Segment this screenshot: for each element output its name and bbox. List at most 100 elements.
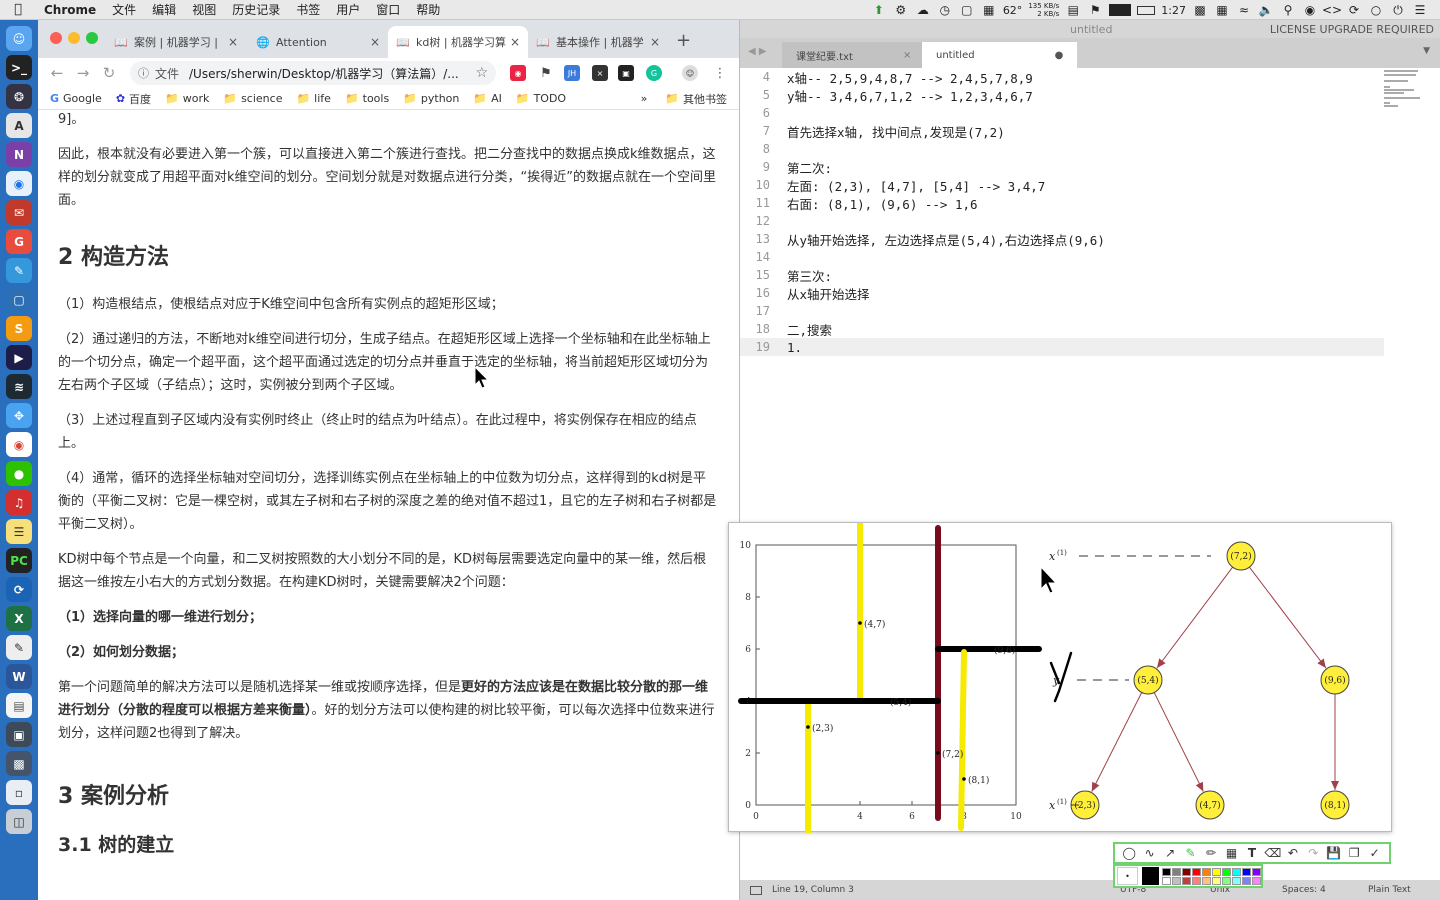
upload-icon[interactable]: ⬆	[871, 3, 887, 17]
code-line[interactable]: 9 第二次:	[740, 158, 1384, 176]
document-icon[interactable]: ▤	[1065, 3, 1081, 17]
chrome-icon[interactable]: ◉	[6, 432, 32, 457]
excel-icon[interactable]: X	[6, 606, 32, 631]
bookmark-google[interactable]: G Google	[50, 92, 102, 105]
netease-music-icon[interactable]: ♫	[6, 490, 32, 515]
apple-menu-icon[interactable]: 	[0, 2, 36, 17]
menu-bookmarks[interactable]: 书签	[288, 1, 328, 18]
search-icon[interactable]: ⚲	[1280, 3, 1296, 17]
freehand-tool-icon[interactable]: ∿	[1142, 846, 1158, 860]
redo-icon[interactable]: ↷	[1305, 846, 1321, 860]
forward-arrow-icon[interactable]: →	[70, 64, 96, 82]
browser-icon[interactable]: ◉	[6, 171, 32, 196]
bookmark-folder-work[interactable]: 📁 work	[165, 92, 209, 105]
pen-size-selector[interactable]: •	[1117, 867, 1138, 885]
color-swatch[interactable]	[1212, 876, 1221, 885]
code-line[interactable]: 4 x轴-- 2,5,9,4,8,7 --> 2,4,5,7,8,9	[740, 68, 1384, 86]
url-text[interactable]: /Users/sherwin/Desktop/机器学习（算法篇）/...	[189, 65, 475, 82]
unsaved-dot-icon[interactable]: ●	[1055, 50, 1064, 61]
code-line[interactable]: 13 从y轴开始选择, 左边选择点是(5,4),右边选择点(9,6)	[740, 230, 1384, 248]
indentation-setting[interactable]: Spaces: 4	[1282, 885, 1326, 895]
current-color-swatch[interactable]	[1141, 867, 1159, 885]
wifi-icon[interactable]: ≈	[1236, 3, 1252, 17]
sublime-text-icon[interactable]: S	[6, 316, 32, 341]
sync-icon[interactable]: ⟳	[1346, 3, 1362, 17]
tab-kd-tree[interactable]: 📖 kd树 | 机器学习算 ×	[388, 26, 528, 58]
tab-basic-operations[interactable]: 📖 基本操作 | 机器学 ×	[528, 26, 668, 58]
tab-untitled[interactable]: untitled ●	[922, 42, 1078, 68]
windows-icon[interactable]: ▦	[1214, 3, 1230, 17]
color-swatch[interactable]	[1242, 867, 1251, 876]
close-tab-icon[interactable]: ×	[370, 35, 380, 49]
code-line[interactable]: 6	[740, 104, 1384, 122]
weather-temperature[interactable]: 62°	[1003, 4, 1023, 17]
extension-game-icon[interactable]: ▣	[618, 65, 634, 81]
bookmark-overflow-chevron[interactable]: »	[641, 92, 648, 105]
menu-app-name[interactable]: Chrome	[36, 3, 104, 17]
clock-icon[interactable]: ◷	[937, 3, 953, 17]
pycharm-icon[interactable]: PC	[6, 548, 32, 573]
bookmark-baidu[interactable]: ✿ 百度	[116, 91, 151, 107]
code-editor[interactable]: 4 x轴-- 2,5,9,4,8,7 --> 2,4,5,7,8,9 5 y轴-- 3…	[740, 68, 1384, 356]
display-settings-icon[interactable]: ▩	[6, 751, 32, 776]
color-swatch[interactable]	[1192, 867, 1201, 876]
tab-lecture-notes[interactable]: 课堂纪要.txt ×	[782, 42, 926, 68]
color-swatch[interactable]	[1162, 876, 1171, 885]
document-icon[interactable]: ▤	[6, 693, 32, 718]
folder-icon[interactable]: ▫	[6, 780, 32, 805]
notification-center-icon[interactable]: ☰	[1412, 3, 1428, 17]
color-swatch[interactable]	[1232, 876, 1241, 885]
color-swatch[interactable]	[1172, 867, 1181, 876]
volume-icon[interactable]: 🔈	[1258, 3, 1274, 17]
activity-monitor-icon[interactable]: ≋	[6, 374, 32, 399]
wechat-icon[interactable]: ●	[6, 461, 32, 486]
close-tab-icon[interactable]: ×	[510, 35, 520, 49]
menu-history[interactable]: 历史记录	[224, 1, 288, 18]
color-swatch[interactable]	[1172, 876, 1181, 885]
code-icon[interactable]: <>	[1322, 3, 1342, 17]
shape-tool-icon[interactable]: ◯	[1121, 846, 1137, 860]
minimize-window-button[interactable]	[68, 32, 80, 44]
app-tray-icon[interactable]: ⚙	[893, 3, 909, 17]
profile-avatar[interactable]: ☺	[682, 65, 698, 81]
terminal-icon[interactable]: >_	[6, 55, 32, 80]
code-line[interactable]: 10 左面: (2,3), [4,7], [5,4] --> 3,4,7	[740, 176, 1384, 194]
code-line[interactable]: 7 首先选择x轴, 找中间点,发现是(7,2)	[740, 122, 1384, 140]
extension-jh-icon[interactable]: JH	[564, 65, 580, 81]
color-swatch[interactable]	[1202, 867, 1211, 876]
color-swatch[interactable]	[1182, 876, 1191, 885]
battery-icon[interactable]	[1137, 5, 1156, 15]
mail-app-icon[interactable]: ✉	[6, 200, 32, 225]
bookmark-icon[interactable]: ⚑	[1087, 3, 1103, 17]
g-app-icon[interactable]: G	[6, 229, 32, 254]
siri-icon[interactable]: ◉	[1302, 3, 1318, 17]
code-line[interactable]: 14	[740, 248, 1384, 266]
sync-app-icon[interactable]: ⟳	[6, 577, 32, 602]
textedit-icon[interactable]: ✎	[6, 635, 32, 660]
window-icon[interactable]: ▢	[959, 3, 975, 17]
code-line[interactable]: 15 第三次:	[740, 266, 1384, 284]
quicktime-icon[interactable]: ▶	[6, 345, 32, 370]
menu-view[interactable]: 视图	[184, 1, 224, 18]
panel-toggle-icon[interactable]	[750, 885, 762, 895]
code-line[interactable]: 16 从x轴开始选择	[740, 284, 1384, 302]
extension-grammarly-icon[interactable]: G	[646, 65, 662, 81]
menu-window[interactable]: 窗口	[368, 1, 408, 18]
minimap[interactable]	[1384, 70, 1424, 110]
bookmark-folder-science[interactable]: 📁 science	[223, 92, 282, 105]
screen-app-icon[interactable]: ▢	[6, 287, 32, 312]
undo-icon[interactable]: ↶	[1285, 846, 1301, 860]
circle-icon[interactable]: ○	[1368, 3, 1384, 17]
pen-tool-icon[interactable]: ✎	[1183, 846, 1199, 860]
extension-x-icon[interactable]: ×	[592, 65, 608, 81]
aperture-icon[interactable]: ❂	[6, 84, 32, 109]
arrow-tool-icon[interactable]: ↗	[1162, 846, 1178, 860]
eraser-tool-icon[interactable]: ⌫	[1264, 846, 1281, 860]
tab-attention[interactable]: 🌐 Attention ×	[248, 26, 388, 58]
extension-bookmark-icon[interactable]: ⚑	[538, 65, 554, 81]
code-line[interactable]: 5 y轴-- 3,4,6,7,1,2 --> 1,2,3,4,6,7	[740, 86, 1384, 104]
app-store-icon[interactable]: A	[6, 113, 32, 138]
close-window-button[interactable]	[50, 32, 62, 44]
marker-tool-icon[interactable]: ✏	[1203, 846, 1219, 860]
bookmark-folder-tools[interactable]: 📁 tools	[345, 92, 389, 105]
